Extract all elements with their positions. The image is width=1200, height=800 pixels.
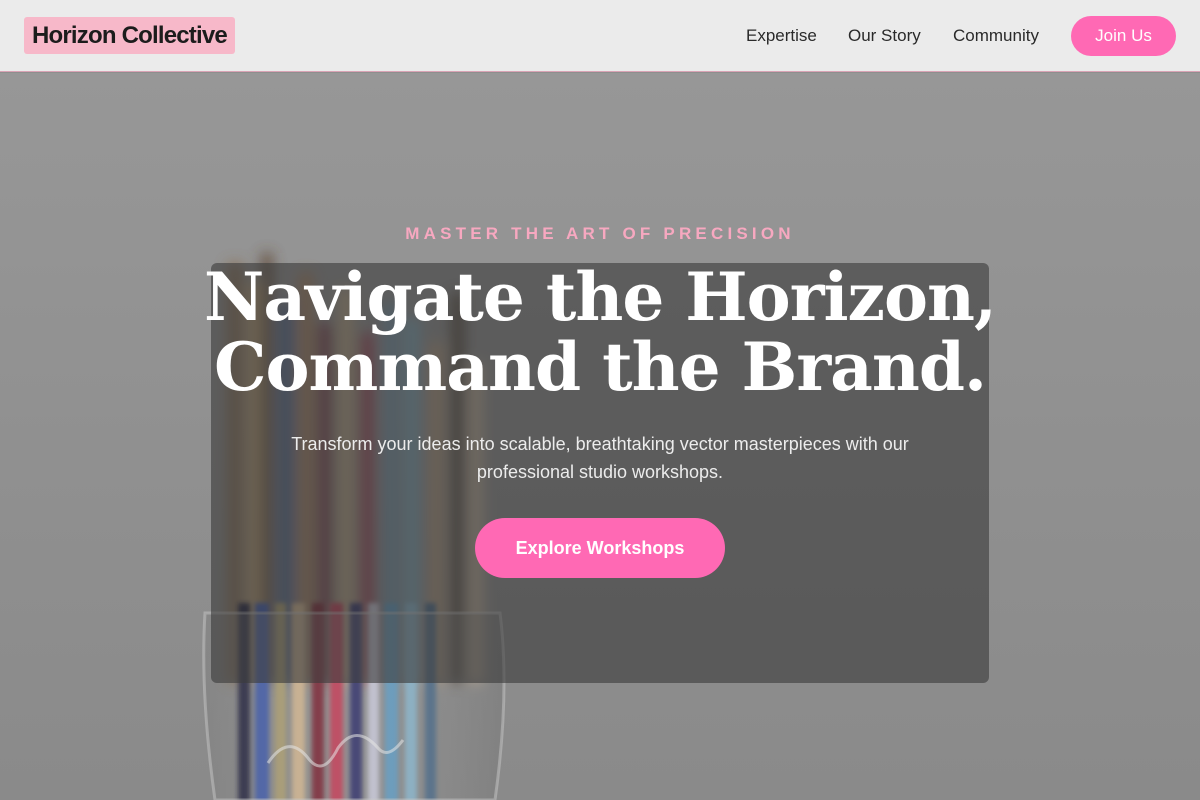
nav-link-our-story[interactable]: Our Story <box>848 24 921 48</box>
site-logo[interactable]: Horizon Collective <box>24 17 235 54</box>
hero-headline-line-1: Navigate the Horizon, <box>203 258 997 336</box>
hero-eyebrow: MASTER THE ART OF PRECISION <box>405 224 795 243</box>
nav-link-expertise[interactable]: Expertise <box>746 24 817 48</box>
hero-headline: Navigate the Horizon, Command the Brand. <box>0 262 1200 402</box>
hero-headline-line-2: Command the Brand. <box>214 328 987 406</box>
join-us-button[interactable]: Join Us <box>1071 16 1176 56</box>
hero-subtext: Transform your ideas into scalable, brea… <box>291 434 909 482</box>
explore-workshops-button[interactable]: Explore Workshops <box>475 518 725 578</box>
site-header: Horizon Collective Expertise Our Story C… <box>0 0 1200 72</box>
nav-link-community[interactable]: Community <box>953 24 1039 48</box>
